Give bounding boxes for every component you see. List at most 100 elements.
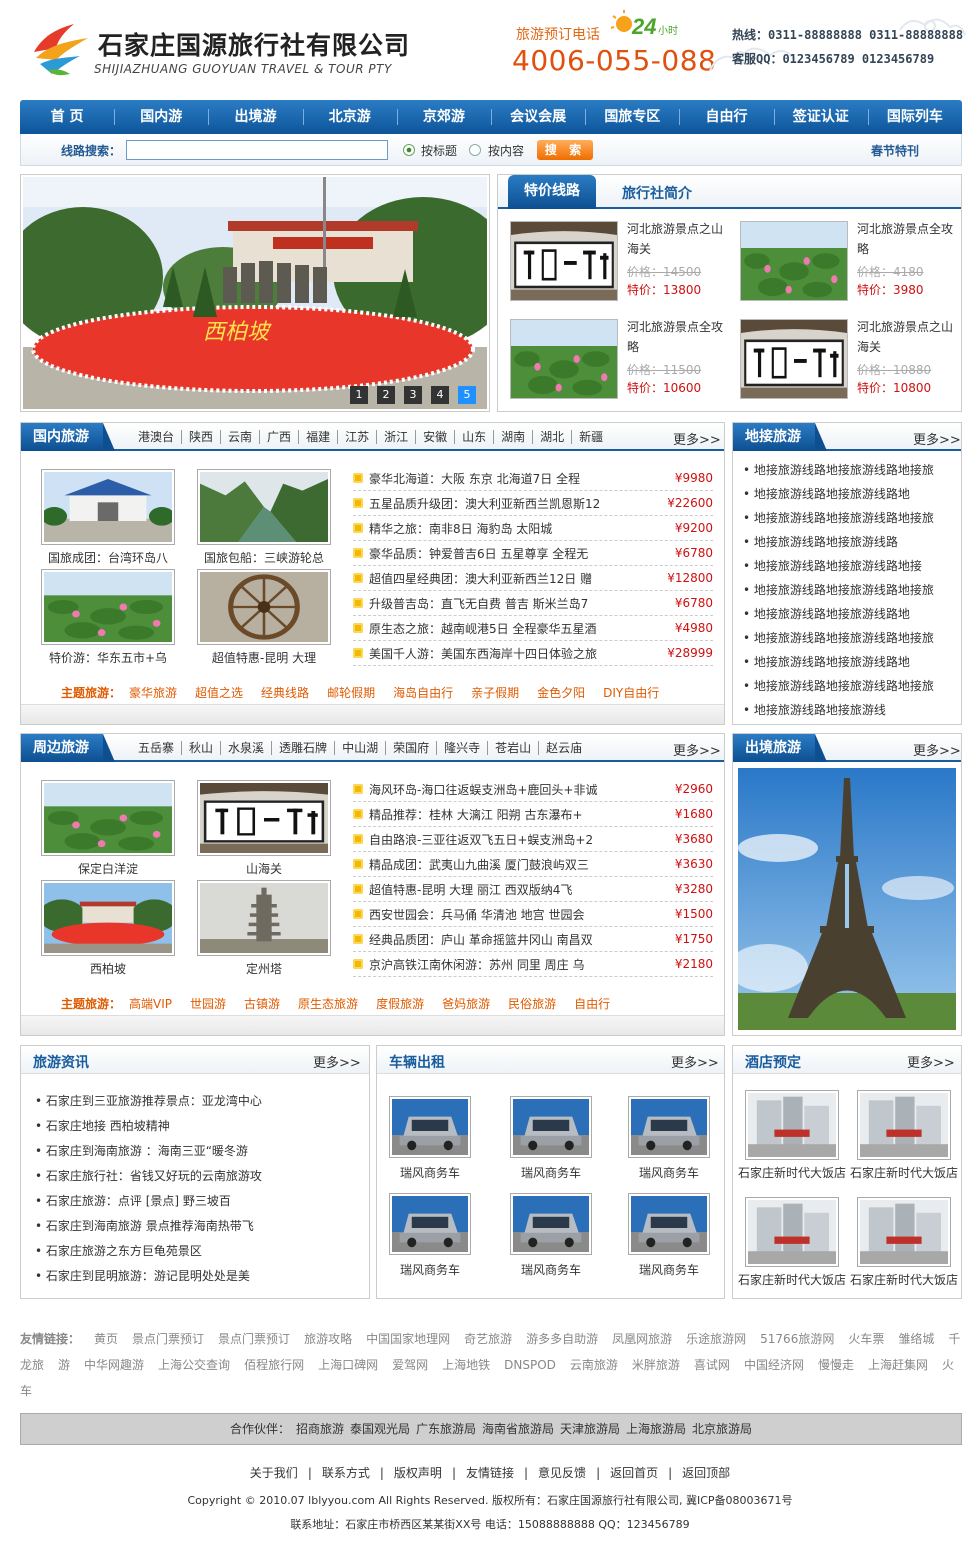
car-image[interactable]	[510, 1193, 592, 1255]
outbound-travel-title[interactable]: 出境旅游	[733, 734, 827, 762]
friend-link[interactable]: 旅游攻略	[304, 1332, 352, 1346]
domestic-city-link[interactable]: 安徽	[415, 430, 454, 444]
friend-link[interactable]: 中国国家地理网	[366, 1332, 450, 1346]
search-button[interactable]: 搜 索	[537, 140, 593, 160]
domestic-more-link[interactable]: 更多>>	[673, 429, 721, 448]
search-input[interactable]	[126, 140, 388, 160]
car-caption[interactable]: 瑞风商务车	[389, 1261, 471, 1278]
special-offer-image[interactable]	[510, 221, 618, 301]
ground-route-link[interactable]: • 地接旅游线路地接旅游线路地接	[743, 557, 922, 574]
nearby-theme-link[interactable]: 爸妈旅游	[442, 995, 490, 1012]
ground-route-link[interactable]: • 地接旅游线路地接旅游线路地接旅	[743, 461, 934, 478]
domestic-route-row[interactable]: 豪华品质：钟爱普吉6日 五星尊享 全程无 ¥6780	[353, 541, 713, 566]
nav-item-9[interactable]: 国际列车	[867, 100, 962, 134]
nearby-route-row[interactable]: 精品推荐：桂林 大漓江 阳朔 古东瀑布+ ¥1680	[353, 802, 713, 827]
ground-route-link[interactable]: • 地接旅游线路地接旅游线路	[743, 533, 898, 550]
special-offer-title[interactable]: 河北旅游景点之山海关	[627, 219, 727, 259]
car-caption[interactable]: 瑞风商务车	[389, 1164, 471, 1181]
domestic-route-row[interactable]: 原生态之旅：越南岘港5日 全程豪华五星酒 ¥4980	[353, 616, 713, 641]
news-link[interactable]: • 石家庄到三亚旅游推荐景点：亚龙湾中心	[35, 1092, 262, 1109]
nav-item-5[interactable]: 会议会展	[491, 100, 585, 134]
nearby-thumbnail-caption[interactable]: 山海关	[197, 860, 331, 877]
ground-route-link[interactable]: • 地接旅游线路地接旅游线路地接旅	[743, 581, 934, 598]
ground-route-link[interactable]: • 地接旅游线路地接旅游线路地接旅	[743, 629, 934, 646]
domestic-city-link[interactable]: 福建	[298, 430, 337, 444]
nav-item-7[interactable]: 自由行	[679, 100, 773, 134]
nav-item-1[interactable]: 国内游	[114, 100, 208, 134]
car-caption[interactable]: 瑞风商务车	[510, 1164, 592, 1181]
domestic-thumbnail-caption[interactable]: 国旅成团：台湾环岛八	[41, 549, 175, 566]
tab-special-routes[interactable]: 特价线路	[508, 175, 596, 209]
domestic-theme-link[interactable]: 亲子假期	[471, 684, 519, 701]
friend-link[interactable]: 上海口碑网	[318, 1358, 378, 1372]
footer-link[interactable]: 关于我们	[250, 1466, 298, 1480]
nearby-thumbnail-caption[interactable]: 定州塔	[197, 960, 331, 977]
friend-link[interactable]: 上海赶集网	[868, 1358, 928, 1372]
special-offer-title[interactable]: 河北旅游景点全攻略	[857, 219, 957, 259]
friend-link[interactable]: 51766旅游网	[760, 1332, 834, 1346]
footer-link[interactable]: 意见反馈	[538, 1466, 586, 1480]
hotel-caption[interactable]: 石家庄新时代大饭店	[735, 1164, 849, 1181]
domestic-thumbnail-image[interactable]	[41, 569, 175, 645]
news-link[interactable]: • 石家庄旅行社：省钱又好玩的云南旅游攻	[35, 1167, 262, 1184]
partner-link[interactable]: 泰国观光局	[350, 1422, 410, 1436]
partner-link[interactable]: 招商旅游	[296, 1422, 344, 1436]
route-title[interactable]: 原生态之旅：越南岘港5日 全程豪华五星酒	[369, 620, 675, 637]
nearby-route-row[interactable]: 自由路浪-三亚往返双飞五日+蜈支洲岛+2 ¥3680	[353, 827, 713, 852]
domestic-theme-link[interactable]: 邮轮假期	[327, 684, 375, 701]
route-title[interactable]: 京沪高铁江南休闲游：苏州 同里 周庄 乌	[369, 956, 675, 973]
nav-item-4[interactable]: 京郊游	[396, 100, 491, 134]
domestic-route-row[interactable]: 美国千人游：美国东西海岸十四日体验之旅 ¥28999	[353, 641, 713, 666]
partner-link[interactable]: 北京旅游局	[692, 1422, 752, 1436]
footer-link[interactable]: 返回首页	[610, 1466, 658, 1480]
nearby-route-row[interactable]: 超值特惠-昆明 大理 丽江 西双版纳4飞 ¥3280	[353, 877, 713, 902]
news-link[interactable]: • 石家庄到海南旅游 景点推荐海南热带飞	[35, 1217, 254, 1234]
nearby-city-link[interactable]: 苍岩山	[487, 741, 538, 755]
car-image[interactable]	[628, 1096, 710, 1158]
domestic-city-link[interactable]: 云南	[220, 430, 259, 444]
friend-link[interactable]: 景点门票预订	[218, 1332, 290, 1346]
hotel-image[interactable]	[745, 1197, 839, 1267]
hotel-image[interactable]	[745, 1090, 839, 1160]
nav-item-3[interactable]: 北京游	[302, 100, 397, 134]
nearby-theme-link[interactable]: 度假旅游	[376, 995, 424, 1012]
route-title[interactable]: 升级普吉岛：直飞无自费 普吉 斯米兰岛7	[369, 595, 675, 612]
news-link[interactable]: • 石家庄旅游：点评 [景点] 野三坡百	[35, 1192, 231, 1209]
search-by-title-radio[interactable]	[403, 144, 415, 156]
nav-item-6[interactable]: 国旅专区	[585, 100, 679, 134]
domestic-theme-link[interactable]: 超值之选	[195, 684, 243, 701]
domestic-theme-link[interactable]: 豪华旅游	[129, 684, 177, 701]
nearby-route-row[interactable]: 经典品质团：庐山 革命摇篮井冈山 南昌双 ¥1750	[353, 927, 713, 952]
friend-link[interactable]: 上海地铁	[442, 1358, 490, 1372]
ground-route-link[interactable]: • 地接旅游线路地接旅游线	[743, 701, 886, 718]
domestic-city-link[interactable]: 新疆	[571, 430, 610, 444]
nearby-city-link[interactable]: 荣国府	[385, 741, 436, 755]
hotel-caption[interactable]: 石家庄新时代大饭店	[735, 1271, 849, 1288]
domestic-city-link[interactable]: 港澳台	[131, 430, 181, 444]
route-title[interactable]: 超值特惠-昆明 大理 丽江 西双版纳4飞	[369, 881, 675, 898]
nearby-thumbnail-image[interactable]	[41, 780, 175, 856]
friend-link[interactable]: 景点门票预订	[132, 1332, 204, 1346]
slideshow-dot-1[interactable]: 1	[350, 386, 368, 404]
domestic-thumbnail-caption[interactable]: 特价游：华东五市+乌	[41, 649, 175, 666]
domestic-city-link[interactable]: 湖北	[532, 430, 571, 444]
nearby-theme-link[interactable]: 民俗旅游	[508, 995, 556, 1012]
friend-link[interactable]: 黄页	[94, 1332, 118, 1346]
travel-news-title[interactable]: 旅游资讯	[33, 1052, 89, 1072]
news-link[interactable]: • 石家庄旅游之东方巨龟苑景区	[35, 1242, 202, 1259]
nearby-city-link[interactable]: 透雕石牌	[271, 741, 334, 755]
car-rental-title[interactable]: 车辆出租	[389, 1052, 445, 1072]
news-link[interactable]: • 石家庄到昆明旅游：游记昆明处处是美	[35, 1267, 250, 1284]
domestic-theme-link[interactable]: 金色夕阳	[537, 684, 585, 701]
hotel-image[interactable]	[857, 1197, 951, 1267]
friend-link[interactable]: 爱驾网	[392, 1358, 428, 1372]
nearby-city-link[interactable]: 五岳寨	[131, 741, 181, 755]
nearby-route-row[interactable]: 京沪高铁江南休闲游：苏州 同里 周庄 乌 ¥2180	[353, 952, 713, 977]
domestic-route-row[interactable]: 精华之旅：南非8日 海豹岛 太阳城 ¥9200	[353, 516, 713, 541]
friend-link[interactable]: 凤凰网旅游	[612, 1332, 672, 1346]
nearby-theme-link[interactable]: 世园游	[190, 995, 226, 1012]
friend-link[interactable]: 喜试网	[694, 1358, 730, 1372]
domestic-theme-link[interactable]: DIY自由行	[603, 684, 659, 701]
hotel-image[interactable]	[857, 1090, 951, 1160]
nearby-city-link[interactable]: 水泉溪	[220, 741, 271, 755]
